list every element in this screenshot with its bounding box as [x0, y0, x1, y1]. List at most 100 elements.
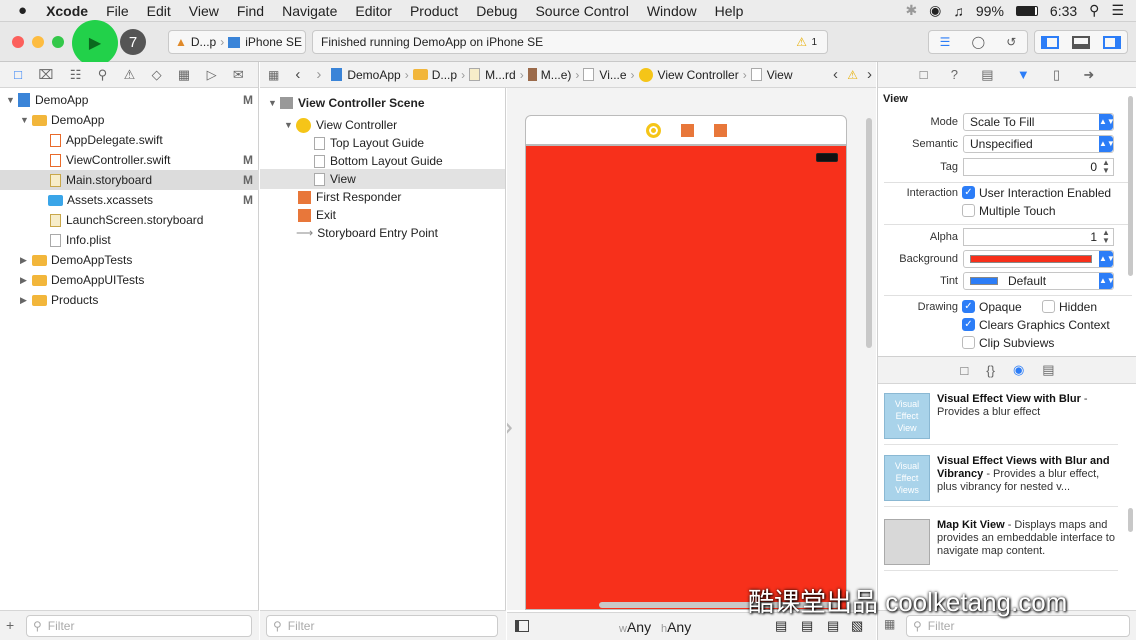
file-inspector-icon[interactable]: □	[920, 67, 928, 82]
list-item[interactable]: ▼ DemoApp M	[0, 90, 259, 110]
menu-window[interactable]: Window	[638, 3, 706, 19]
crumb-localization[interactable]: M...e)	[541, 68, 572, 82]
semantic-popup[interactable]: Unspecified ▲▼	[963, 135, 1115, 153]
run-button[interactable]: ▶	[72, 20, 118, 66]
crumb-view[interactable]: View	[767, 68, 793, 82]
hidden-checkbox[interactable]	[1042, 300, 1055, 313]
list-item-selected[interactable]: Main.storyboard M	[0, 170, 259, 190]
storyboard-canvas[interactable]: ›	[507, 88, 876, 610]
outline-item[interactable]: Exit	[260, 205, 505, 225]
outline-item[interactable]: ⟶ Storyboard Entry Point	[260, 223, 505, 243]
crumb-group[interactable]: D...p	[432, 68, 457, 82]
zoom-window-button[interactable]	[52, 36, 64, 48]
minimize-window-button[interactable]	[32, 36, 44, 48]
standard-editor-icon[interactable]: ☰	[940, 35, 951, 49]
disclosure-icon[interactable]: ▶	[20, 295, 32, 306]
issue-navigator-icon[interactable]: ⚠	[124, 67, 136, 83]
connections-inspector-icon[interactable]: ➜	[1083, 67, 1094, 83]
media-library-icon[interactable]: ▤	[1042, 362, 1054, 378]
assistant-editor-icon[interactable]: ◯	[972, 35, 985, 49]
menu-find[interactable]: Find	[228, 3, 273, 19]
list-item[interactable]: ViewController.swift M	[0, 150, 259, 170]
previous-issue-icon[interactable]: ‹	[833, 66, 838, 83]
outline-item[interactable]: Top Layout Guide	[260, 133, 505, 153]
close-window-button[interactable]	[12, 36, 24, 48]
mode-popup[interactable]: Scale To Fill ▲▼	[963, 113, 1115, 131]
outline-item[interactable]: Bottom Layout Guide	[260, 151, 505, 171]
add-file-icon[interactable]: +	[6, 617, 14, 633]
size-class-control[interactable]: wAny hAny	[619, 619, 691, 635]
crumb-project[interactable]: DemoApp	[347, 68, 400, 82]
outline-item[interactable]: First Responder	[260, 187, 505, 207]
navigator-filter-input[interactable]: ⚲ Filter	[26, 615, 252, 637]
crumb-storyboard[interactable]: M...rd	[485, 68, 516, 82]
multiple-touch-checkbox[interactable]	[962, 204, 975, 217]
bluetooth-icon[interactable]: ✱	[905, 2, 917, 19]
menu-editor[interactable]: Editor	[346, 3, 401, 19]
menu-xcode[interactable]: Xcode	[37, 3, 97, 19]
menu-source-control[interactable]: Source Control	[526, 3, 637, 19]
issue-warning-icon[interactable]: ⚠	[847, 68, 858, 82]
find-navigator-icon[interactable]: ⚲	[98, 67, 108, 83]
identity-inspector-icon[interactable]: ▤	[981, 67, 993, 83]
library-item[interactable]: Visual Effect Views Visual Effect Views …	[884, 451, 1118, 507]
back-icon[interactable]: ‹	[295, 66, 300, 83]
view-controller-root-view[interactable]	[525, 145, 847, 610]
navigator-toggle-icon[interactable]	[1041, 35, 1060, 49]
related-items-icon[interactable]: ▦	[268, 68, 279, 82]
background-color-popup[interactable]: ▲▼	[963, 250, 1115, 268]
size-inspector-icon[interactable]: ▯	[1053, 67, 1060, 83]
library-scrollbar[interactable]	[1128, 508, 1133, 532]
clip-subviews-checkbox[interactable]	[962, 336, 975, 349]
menu-file[interactable]: File	[97, 3, 138, 19]
alpha-field[interactable]: 1	[963, 228, 1114, 246]
list-item[interactable]: Assets.xcassets M	[0, 190, 259, 210]
list-item[interactable]: LaunchScreen.storyboard	[0, 210, 259, 230]
list-item[interactable]: ▼ DemoApp	[0, 110, 259, 130]
project-navigator-icon[interactable]: □	[14, 67, 22, 82]
version-editor-icon[interactable]: ↺	[1006, 35, 1016, 49]
outline-scene-row[interactable]: ▼ View Controller Scene	[260, 93, 505, 113]
quick-help-icon[interactable]: ?	[951, 67, 958, 82]
exit-dock-icon[interactable]	[713, 123, 727, 137]
object-library-icon[interactable]: ◉	[1013, 362, 1024, 378]
scheme-selector[interactable]: ▲ D...p › iPhone SE	[168, 30, 306, 54]
spotlight-search-icon[interactable]: ⚲	[1089, 2, 1099, 19]
alpha-stepper[interactable]: ▲ ▼	[1102, 229, 1110, 245]
utilities-toggle-icon[interactable]	[1102, 35, 1121, 49]
list-item[interactable]: ▶ DemoAppUITests	[0, 270, 259, 290]
disclosure-icon[interactable]: ▼	[284, 120, 296, 130]
list-item[interactable]: ▶ Products	[0, 290, 259, 310]
collapse-outline-chevron-icon[interactable]: ›	[507, 410, 513, 444]
attributes-inspector-icon[interactable]: ▼	[1017, 67, 1030, 82]
source-control-navigator-icon[interactable]: ⌧	[38, 67, 53, 83]
tint-popup[interactable]: Default ▲▼	[963, 272, 1115, 290]
view-controller-dock-icon[interactable]	[645, 122, 661, 138]
disclosure-icon[interactable]: ▶	[20, 255, 32, 266]
list-item[interactable]: AppDelegate.swift	[0, 130, 259, 150]
warning-icon[interactable]: ⚠	[796, 35, 807, 49]
menu-navigate[interactable]: Navigate	[273, 3, 346, 19]
library-item[interactable]: Map Kit View - Displays maps and provide…	[884, 515, 1118, 571]
test-navigator-icon[interactable]: ◇	[152, 67, 162, 83]
update-frames-icon[interactable]: ▤	[775, 618, 787, 634]
disclosure-icon[interactable]: ▼	[6, 95, 18, 105]
debug-navigator-icon[interactable]: ▦	[178, 67, 190, 83]
file-template-library-icon[interactable]: □	[960, 363, 968, 378]
apple-icon[interactable]: ●	[0, 2, 37, 19]
menu-help[interactable]: Help	[706, 3, 753, 19]
first-responder-dock-icon[interactable]	[680, 123, 694, 137]
report-navigator-icon[interactable]: ✉	[233, 67, 244, 83]
next-issue-icon[interactable]: ›	[867, 66, 872, 83]
crumb-view-controller[interactable]: View Controller	[658, 68, 739, 82]
outline-filter-input[interactable]: ⚲ Filter	[266, 615, 498, 637]
breakpoint-navigator-icon[interactable]: ▷	[207, 67, 217, 83]
canvas-vertical-scrollbar[interactable]	[866, 118, 872, 348]
menu-edit[interactable]: Edit	[138, 3, 180, 19]
opaque-checkbox[interactable]: ✓	[962, 300, 975, 313]
symbol-navigator-icon[interactable]: ☷	[70, 67, 82, 83]
tag-field[interactable]: 0	[963, 158, 1114, 176]
menu-debug[interactable]: Debug	[467, 3, 526, 19]
disclosure-icon[interactable]: ▶	[20, 275, 32, 286]
menu-product[interactable]: Product	[401, 3, 467, 19]
